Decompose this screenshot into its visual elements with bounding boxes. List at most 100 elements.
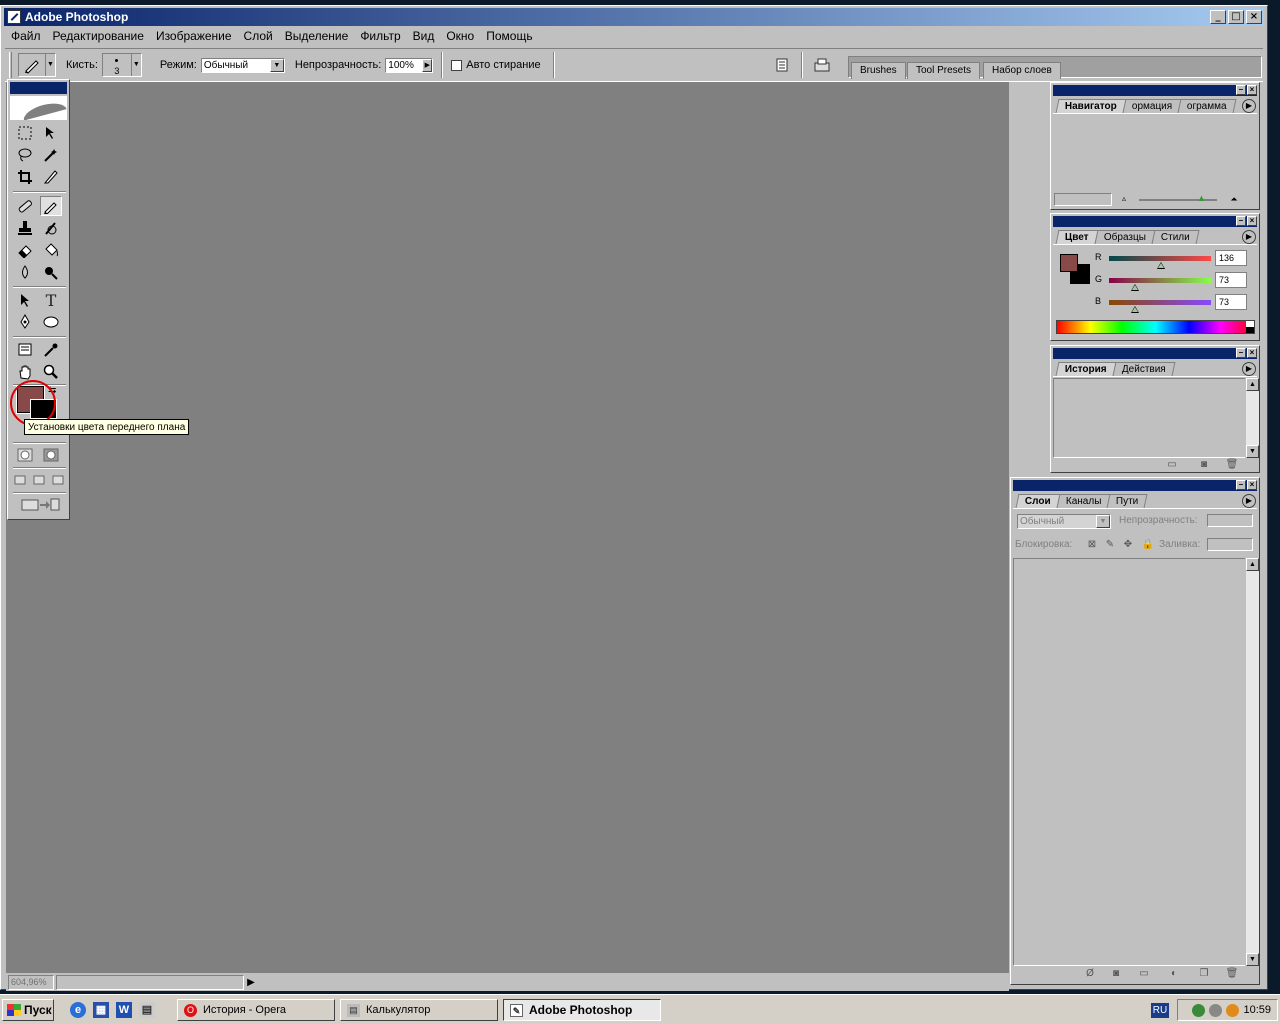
panel-menu-icon[interactable]: ▶ <box>1242 230 1256 244</box>
close-panel-button[interactable]: × <box>1247 348 1257 358</box>
panel-menu-icon[interactable]: ▶ <box>1242 362 1256 376</box>
zoom-tool-icon[interactable] <box>40 362 62 382</box>
task-calculator[interactable]: ▤ Калькулятор <box>340 999 498 1021</box>
move-tool-icon[interactable] <box>40 123 62 143</box>
color-panel-foreground-swatch[interactable] <box>1060 254 1078 272</box>
standard-screen-mode-icon[interactable] <box>11 470 29 490</box>
quick-mask-mode-icon[interactable] <box>40 445 62 465</box>
antivirus-icon[interactable] <box>1226 1003 1240 1017</box>
trash-icon[interactable]: 🗑 <box>1225 968 1239 980</box>
blue-slider-thumb[interactable] <box>1131 306 1139 313</box>
clone-stamp-tool-icon[interactable] <box>14 218 36 238</box>
zoom-in-icon[interactable]: ⏶ <box>1225 194 1243 205</box>
lock-all-icon[interactable]: 🔒 <box>1141 539 1155 551</box>
zoom-field[interactable]: 604,96% <box>8 974 54 990</box>
language-indicator[interactable]: RU <box>1151 1003 1169 1018</box>
menu-help[interactable]: Помощь <box>480 29 538 43</box>
red-value-input[interactable]: 136 <box>1215 250 1247 266</box>
blue-value-input[interactable]: 73 <box>1215 294 1247 310</box>
mode-select[interactable]: Обычный ▼ <box>200 57 285 73</box>
close-button[interactable]: × <box>1246 10 1262 24</box>
ellipse-tool-icon[interactable] <box>40 312 62 332</box>
minimize-panel-button[interactable]: – <box>1236 85 1246 95</box>
tab-info[interactable]: ормация <box>1122 99 1182 113</box>
show-desktop-icon[interactable]: ▦ <box>93 1002 109 1018</box>
panel-menu-icon[interactable]: ▶ <box>1242 99 1256 113</box>
lock-image-icon[interactable]: ✎ <box>1103 539 1117 551</box>
eraser-tool-icon[interactable] <box>14 240 36 260</box>
blend-mode-select[interactable]: Обычный ▼ <box>1017 514 1111 529</box>
minimize-panel-button[interactable]: – <box>1236 348 1246 358</box>
menu-edit[interactable]: Редактирование <box>47 29 150 43</box>
pen-tool-icon[interactable] <box>14 312 36 332</box>
file-browser-icon[interactable] <box>771 54 793 76</box>
pencil-tool-icon[interactable] <box>40 196 62 216</box>
jump-to-imageready-icon[interactable] <box>18 494 62 514</box>
layers-list[interactable] <box>1013 558 1247 966</box>
task-opera[interactable]: O История - Opera <box>177 999 335 1021</box>
toolbox-title-bar[interactable] <box>10 82 67 94</box>
minimize-panel-button[interactable]: – <box>1236 216 1246 226</box>
brush-picker[interactable]: 3 ▼ <box>101 53 142 77</box>
full-screen-mode-icon[interactable] <box>49 470 67 490</box>
title-bar[interactable]: Adobe Photoshop _ □ × <box>4 8 1264 26</box>
network-icon[interactable] <box>1192 1003 1206 1017</box>
internet-explorer-icon[interactable]: e <box>70 1002 86 1018</box>
trash-icon[interactable]: 🗑 <box>1225 459 1239 471</box>
new-layer-icon[interactable]: ❐ <box>1197 968 1211 980</box>
scroll-up-icon[interactable]: ▲ <box>1246 558 1259 571</box>
chevron-down-icon[interactable]: ▼ <box>269 58 284 72</box>
menu-image[interactable]: Изображение <box>150 29 238 43</box>
chevron-down-icon[interactable]: ▼ <box>130 54 141 76</box>
marquee-tool-icon[interactable] <box>14 123 36 143</box>
menu-file[interactable]: Файл <box>5 29 47 43</box>
history-scrollbar[interactable]: ▲ ▼ <box>1245 378 1259 458</box>
adjustment-layer-icon[interactable]: ◐ <box>1167 968 1181 980</box>
new-document-from-state-icon[interactable]: ▭ <box>1165 459 1179 471</box>
panel-menu-icon[interactable]: ▶ <box>1242 494 1256 508</box>
jump-to-imageready-icon[interactable] <box>811 54 833 76</box>
blue-track[interactable] <box>1109 300 1211 305</box>
notes-tool-icon[interactable] <box>14 340 36 360</box>
zoom-out-icon[interactable]: ▵ <box>1117 194 1131 205</box>
navigator-zoom-field[interactable] <box>1054 193 1112 206</box>
hand-tool-icon[interactable] <box>14 362 36 382</box>
green-slider-thumb[interactable] <box>1131 284 1139 291</box>
menu-layer[interactable]: Слой <box>238 29 279 43</box>
chevron-right-icon[interactable]: ▶ <box>422 58 433 72</box>
close-panel-button[interactable]: × <box>1247 216 1257 226</box>
slice-tool-icon[interactable] <box>40 167 62 187</box>
layer-style-icon[interactable]: Ø <box>1083 968 1097 980</box>
opacity-field[interactable]: 100% ▶ <box>385 57 434 73</box>
green-track[interactable] <box>1109 278 1211 283</box>
maximize-button[interactable]: □ <box>1228 10 1244 24</box>
well-tab-tool-presets[interactable]: Tool Presets <box>907 62 981 79</box>
tab-swatches[interactable]: Образцы <box>1094 230 1156 244</box>
standard-mode-icon[interactable] <box>14 445 36 465</box>
workspace-canvas[interactable] <box>6 82 1009 973</box>
red-slider-thumb[interactable] <box>1157 262 1165 269</box>
volume-icon[interactable] <box>1209 1003 1223 1017</box>
minimize-panel-button[interactable]: – <box>1236 480 1246 490</box>
close-panel-button[interactable]: × <box>1247 85 1257 95</box>
menu-window[interactable]: Окно <box>440 29 480 43</box>
calculator-icon[interactable]: ▤ <box>139 1002 155 1018</box>
history-list[interactable] <box>1053 378 1247 458</box>
scroll-up-icon[interactable]: ▲ <box>1246 378 1259 391</box>
path-selection-tool-icon[interactable] <box>14 290 36 310</box>
tab-navigator[interactable]: Навигатор <box>1055 99 1127 113</box>
layer-fill-field[interactable] <box>1207 538 1253 551</box>
crop-tool-icon[interactable] <box>14 167 36 187</box>
tab-history[interactable]: История <box>1055 362 1117 376</box>
tool-preset-picker[interactable]: ▼ <box>18 53 56 77</box>
history-brush-tool-icon[interactable] <box>40 218 62 238</box>
type-tool-icon[interactable]: T <box>40 290 62 310</box>
tab-paths[interactable]: Пути <box>1106 494 1149 508</box>
chevron-down-icon[interactable]: ▼ <box>1096 515 1110 528</box>
well-tab-layer-comps[interactable]: Набор слоев <box>983 62 1061 79</box>
full-screen-menu-mode-icon[interactable] <box>30 470 48 490</box>
well-tab-brushes[interactable]: Brushes <box>851 62 906 79</box>
eyedropper-tool-icon[interactable] <box>40 340 62 360</box>
lock-transparency-icon[interactable]: ⊠ <box>1085 539 1099 551</box>
lock-position-icon[interactable]: ✥ <box>1121 539 1135 551</box>
